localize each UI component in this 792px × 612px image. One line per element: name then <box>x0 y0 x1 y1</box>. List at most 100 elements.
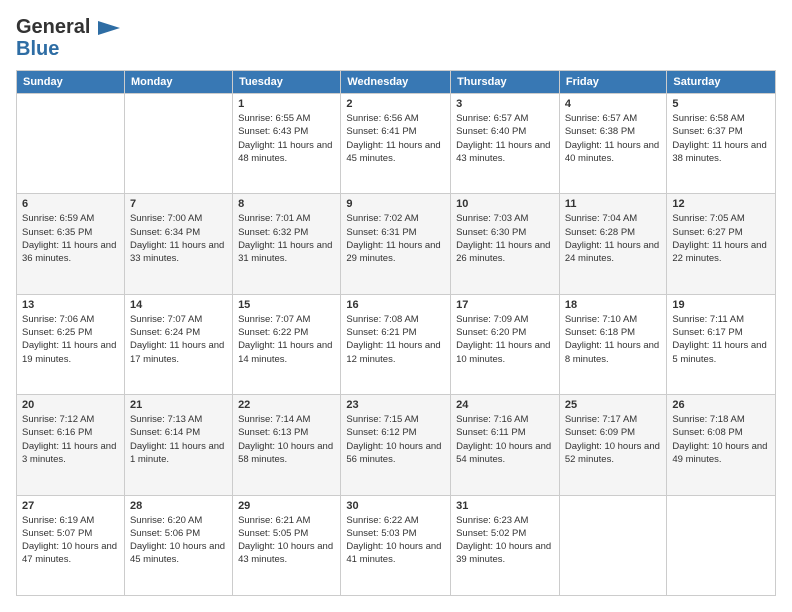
day-info: Sunrise: 7:18 AM Sunset: 6:08 PM Dayligh… <box>672 413 770 466</box>
day-number: 6 <box>22 198 119 210</box>
day-number: 24 <box>456 399 554 411</box>
weekday-header-sunday: Sunday <box>17 71 125 94</box>
calendar-cell: 7Sunrise: 7:00 AM Sunset: 6:34 PM Daylig… <box>124 194 232 294</box>
day-info: Sunrise: 6:56 AM Sunset: 6:41 PM Dayligh… <box>346 112 445 165</box>
calendar-cell: 27 Sunrise: 6:19 AM Sunset: 5:07 PM Dayli… <box>17 495 125 595</box>
calendar-cell: 11 Sunrise: 7:04 AM Sunset: 6:28 PM Dayli… <box>559 194 667 294</box>
day-info: Sunrise: 6:22 AM Sunset: 5:03 PM Dayligh… <box>346 514 445 567</box>
day-number: 27 <box>22 500 119 512</box>
calendar-cell: 13 Sunrise: 7:06 AM Sunset: 6:25 PM Dayli… <box>17 294 125 394</box>
day-info: Sunrise: 7:06 AM Sunset: 6:25 PM Dayligh… <box>22 313 119 366</box>
logo-general: General <box>16 16 120 38</box>
day-number: 17 <box>456 299 554 311</box>
day-number: 10 <box>456 198 554 210</box>
day-number: 25 <box>565 399 662 411</box>
calendar-cell: 1 Sunrise: 6:55 AM Sunset: 6:43 PM Daylig… <box>233 94 341 194</box>
day-number: 12 <box>672 198 770 210</box>
calendar-cell: 31 Sunrise: 6:23 AM Sunset: 5:02 PM Dayli… <box>451 495 560 595</box>
weekday-header-wednesday: Wednesday <box>341 71 451 94</box>
day-number: 26 <box>672 399 770 411</box>
logo-arrow-icon <box>98 21 120 35</box>
day-info: Sunrise: 7:15 AM Sunset: 6:12 PM Dayligh… <box>346 413 445 466</box>
week-row-2: 6 Sunrise: 6:59 AM Sunset: 6:35 PM Daylig… <box>17 194 776 294</box>
day-info: Sunrise: 6:57 AM Sunset: 6:40 PM Dayligh… <box>456 112 554 165</box>
day-info: Sunrise: 7:03 AM Sunset: 6:30 PM Dayligh… <box>456 212 554 265</box>
calendar-cell <box>17 94 125 194</box>
calendar-cell: 6 Sunrise: 6:59 AM Sunset: 6:35 PM Daylig… <box>17 194 125 294</box>
day-info: Sunrise: 7:16 AM Sunset: 6:11 PM Dayligh… <box>456 413 554 466</box>
day-info: Sunrise: 7:01 AM Sunset: 6:32 PM Dayligh… <box>238 212 335 265</box>
calendar-cell <box>124 94 232 194</box>
day-info: Sunrise: 7:17 AM Sunset: 6:09 PM Dayligh… <box>565 413 662 466</box>
weekday-header-monday: Monday <box>124 71 232 94</box>
day-number: 3 <box>456 98 554 110</box>
weekday-header-tuesday: Tuesday <box>233 71 341 94</box>
day-number: 31 <box>456 500 554 512</box>
day-number: 11 <box>565 198 662 210</box>
day-number: 2 <box>346 98 445 110</box>
day-number: 23 <box>346 399 445 411</box>
calendar-cell: 19Sunrise: 7:11 AM Sunset: 6:17 PM Dayli… <box>667 294 776 394</box>
day-info: Sunrise: 7:09 AM Sunset: 6:20 PM Dayligh… <box>456 313 554 366</box>
day-info: Sunrise: 7:10 AM Sunset: 6:18 PM Dayligh… <box>565 313 662 366</box>
day-info: Sunrise: 7:02 AM Sunset: 6:31 PM Dayligh… <box>346 212 445 265</box>
week-row-1: 1 Sunrise: 6:55 AM Sunset: 6:43 PM Daylig… <box>17 94 776 194</box>
logo: General Blue <box>16 16 120 60</box>
day-info: Sunrise: 7:07 AM Sunset: 6:22 PM Dayligh… <box>238 313 335 366</box>
calendar-cell: 14Sunrise: 7:07 AM Sunset: 6:24 PM Dayli… <box>124 294 232 394</box>
day-info: Sunrise: 6:19 AM Sunset: 5:07 PM Dayligh… <box>22 514 119 567</box>
day-info: Sunrise: 7:08 AM Sunset: 6:21 PM Dayligh… <box>346 313 445 366</box>
day-info: Sunrise: 6:59 AM Sunset: 6:35 PM Dayligh… <box>22 212 119 265</box>
calendar-cell: 17 Sunrise: 7:09 AM Sunset: 6:20 PM Dayli… <box>451 294 560 394</box>
week-row-5: 27 Sunrise: 6:19 AM Sunset: 5:07 PM Dayli… <box>17 495 776 595</box>
calendar-cell: 22 Sunrise: 7:14 AM Sunset: 6:13 PM Dayli… <box>233 395 341 495</box>
logo-wordmark: General Blue <box>16 16 120 60</box>
day-info: Sunrise: 7:05 AM Sunset: 6:27 PM Dayligh… <box>672 212 770 265</box>
weekday-header-thursday: Thursday <box>451 71 560 94</box>
day-number: 20 <box>22 399 119 411</box>
day-info: Sunrise: 6:55 AM Sunset: 6:43 PM Dayligh… <box>238 112 335 165</box>
calendar-cell: 8 Sunrise: 7:01 AM Sunset: 6:32 PM Daylig… <box>233 194 341 294</box>
day-number: 22 <box>238 399 335 411</box>
calendar-cell: 24 Sunrise: 7:16 AM Sunset: 6:11 PM Dayli… <box>451 395 560 495</box>
day-number: 1 <box>238 98 335 110</box>
day-info: Sunrise: 7:00 AM Sunset: 6:34 PM Dayligh… <box>130 212 227 265</box>
day-number: 13 <box>22 299 119 311</box>
day-number: 30 <box>346 500 445 512</box>
day-number: 8 <box>238 198 335 210</box>
day-number: 28 <box>130 500 227 512</box>
calendar-cell: 9Sunrise: 7:02 AM Sunset: 6:31 PM Daylig… <box>341 194 451 294</box>
calendar-cell: 28Sunrise: 6:20 AM Sunset: 5:06 PM Dayli… <box>124 495 232 595</box>
calendar-cell: 5 Sunrise: 6:58 AM Sunset: 6:37 PM Daylig… <box>667 94 776 194</box>
day-number: 21 <box>130 399 227 411</box>
day-number: 18 <box>565 299 662 311</box>
calendar-cell: 30 Sunrise: 6:22 AM Sunset: 5:03 PM Dayli… <box>341 495 451 595</box>
calendar-cell: 15Sunrise: 7:07 AM Sunset: 6:22 PM Dayli… <box>233 294 341 394</box>
calendar-cell: 25 Sunrise: 7:17 AM Sunset: 6:09 PM Dayli… <box>559 395 667 495</box>
weekday-header-saturday: Saturday <box>667 71 776 94</box>
day-info: Sunrise: 6:23 AM Sunset: 5:02 PM Dayligh… <box>456 514 554 567</box>
calendar-cell: 21Sunrise: 7:13 AM Sunset: 6:14 PM Dayli… <box>124 395 232 495</box>
weekday-header-friday: Friday <box>559 71 667 94</box>
week-row-3: 13 Sunrise: 7:06 AM Sunset: 6:25 PM Dayli… <box>17 294 776 394</box>
day-number: 4 <box>565 98 662 110</box>
week-row-4: 20Sunrise: 7:12 AM Sunset: 6:16 PM Dayli… <box>17 395 776 495</box>
calendar-cell <box>559 495 667 595</box>
header: General Blue <box>16 16 776 60</box>
calendar-cell: 12 Sunrise: 7:05 AM Sunset: 6:27 PM Dayli… <box>667 194 776 294</box>
day-info: Sunrise: 7:11 AM Sunset: 6:17 PM Dayligh… <box>672 313 770 366</box>
day-number: 16 <box>346 299 445 311</box>
page: General Blue SundayMondayTuesdayWednesda… <box>0 0 792 612</box>
logo-blue: Blue <box>16 38 120 60</box>
day-info: Sunrise: 7:14 AM Sunset: 6:13 PM Dayligh… <box>238 413 335 466</box>
calendar-cell: 26 Sunrise: 7:18 AM Sunset: 6:08 PM Dayli… <box>667 395 776 495</box>
day-info: Sunrise: 7:04 AM Sunset: 6:28 PM Dayligh… <box>565 212 662 265</box>
day-info: Sunrise: 6:58 AM Sunset: 6:37 PM Dayligh… <box>672 112 770 165</box>
calendar-cell: 29Sunrise: 6:21 AM Sunset: 5:05 PM Dayli… <box>233 495 341 595</box>
calendar-cell: 20Sunrise: 7:12 AM Sunset: 6:16 PM Dayli… <box>17 395 125 495</box>
calendar-cell: 18 Sunrise: 7:10 AM Sunset: 6:18 PM Dayli… <box>559 294 667 394</box>
day-number: 5 <box>672 98 770 110</box>
weekday-header-row: SundayMondayTuesdayWednesdayThursdayFrid… <box>17 71 776 94</box>
calendar-cell: 16 Sunrise: 7:08 AM Sunset: 6:21 PM Dayli… <box>341 294 451 394</box>
calendar-cell: 3 Sunrise: 6:57 AM Sunset: 6:40 PM Daylig… <box>451 94 560 194</box>
